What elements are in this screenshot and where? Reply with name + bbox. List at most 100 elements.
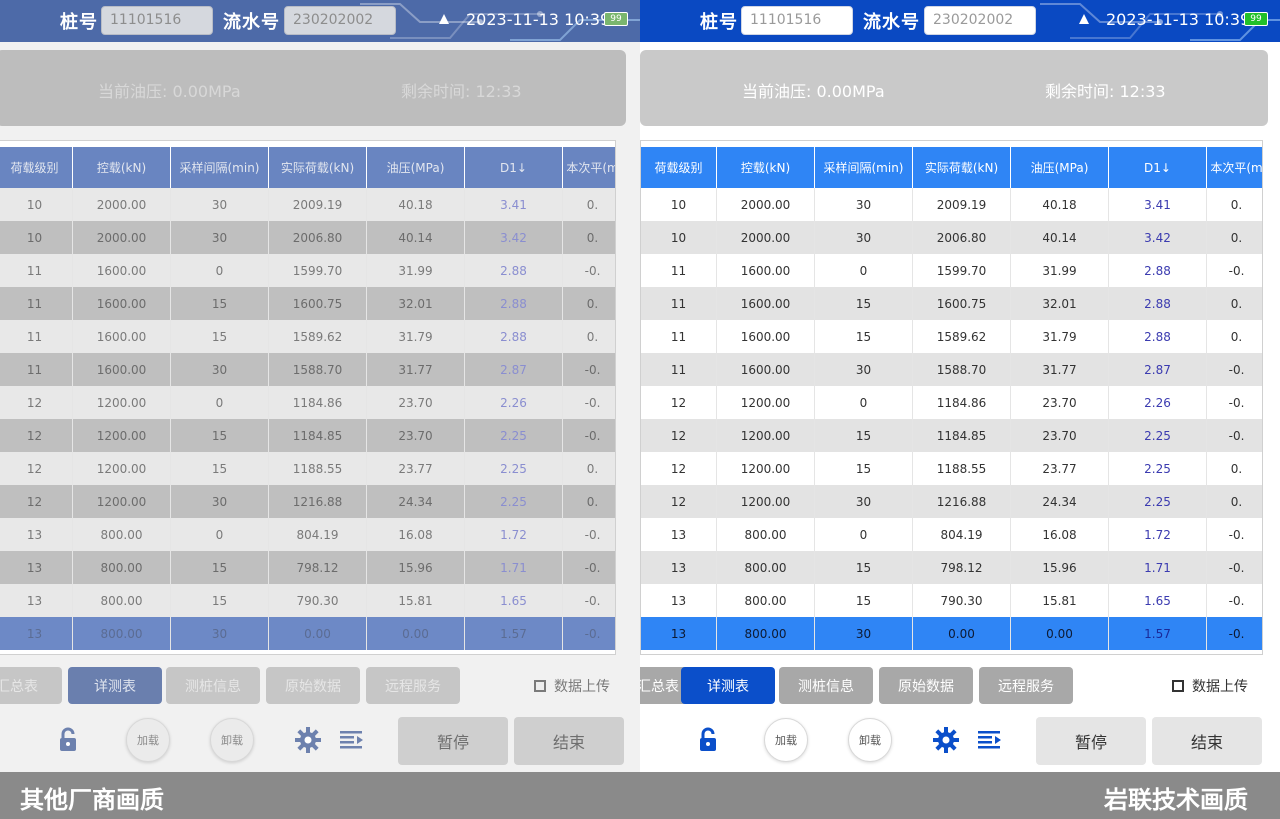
table-cell: 2.25 (1109, 452, 1207, 485)
unload-button[interactable]: 卸载 (210, 718, 254, 762)
end-button[interactable]: 结束 (514, 717, 624, 765)
table-row[interactable]: 13 800.00 30 0.00 0.00 1.57 -0. (641, 617, 1262, 650)
serial-number-field[interactable]: 230202002 (924, 6, 1036, 35)
table-cell: 1600.00 (717, 353, 815, 386)
gear-icon[interactable] (294, 726, 322, 754)
table-row[interactable]: 13 800.00 30 0.00 0.00 1.57 -0. (0, 617, 615, 650)
tab-remote[interactable]: 远程服务 (979, 667, 1073, 704)
signal-icon (439, 14, 449, 24)
lock-icon[interactable] (54, 726, 82, 754)
pile-number-field[interactable]: 11101516 (741, 6, 853, 35)
table-cell: 15 (815, 419, 913, 452)
table-row[interactable]: 10 2000.00 30 2006.80 40.14 3.42 0. (0, 221, 615, 254)
upload-label: 数据上传 (554, 679, 610, 695)
table-row[interactable]: 13 800.00 15 798.12 15.96 1.71 -0. (641, 551, 1262, 584)
table-cell: 800.00 (717, 551, 815, 584)
table-cell: 2.25 (465, 419, 563, 452)
table-cell: 40.14 (367, 221, 465, 254)
end-button[interactable]: 结束 (1152, 717, 1262, 765)
tab-pile-info[interactable]: 测桩信息 (779, 667, 873, 704)
tab-detail[interactable]: 详测表 (681, 667, 775, 704)
column-header: 本次平(m (1207, 147, 1262, 188)
upload-checkbox[interactable] (1172, 680, 1184, 692)
menu-list-icon[interactable] (338, 726, 366, 754)
gear-icon[interactable] (932, 726, 960, 754)
column-header[interactable]: D1↓ (1109, 147, 1207, 188)
table-row[interactable]: 10 2000.00 30 2009.19 40.18 3.41 0. (641, 188, 1262, 221)
tab-remote[interactable]: 远程服务 (366, 667, 460, 704)
load-button[interactable]: 加载 (764, 718, 808, 762)
tab-raw-data[interactable]: 原始数据 (266, 667, 360, 704)
column-header[interactable]: D1↓ (465, 147, 563, 188)
table-row[interactable]: 12 1200.00 0 1184.86 23.70 2.26 -0. (0, 386, 615, 419)
table-row[interactable]: 12 1200.00 30 1216.88 24.34 2.25 0. (641, 485, 1262, 518)
table-cell: 1200.00 (717, 452, 815, 485)
table-cell: 1600.00 (73, 320, 171, 353)
table-cell: 11 (641, 320, 717, 353)
serial-number-field[interactable]: 230202002 (284, 6, 396, 35)
table-cell: 2.88 (1109, 287, 1207, 320)
table-row[interactable]: 12 1200.00 0 1184.86 23.70 2.26 -0. (641, 386, 1262, 419)
tab-summary[interactable]: 汇总表 (0, 667, 62, 704)
menu-list-icon[interactable] (976, 726, 1004, 754)
table-row[interactable]: 11 1600.00 30 1588.70 31.77 2.87 -0. (0, 353, 615, 386)
table-cell: 2.25 (465, 485, 563, 518)
table-cell: 1216.88 (269, 485, 367, 518)
table-cell: 2000.00 (717, 221, 815, 254)
table-cell: 13 (0, 584, 73, 617)
table-cell: 13 (641, 617, 717, 650)
table-cell: 0. (1207, 485, 1262, 518)
table-row[interactable]: 12 1200.00 15 1184.85 23.70 2.25 -0. (641, 419, 1262, 452)
table-cell: 10 (641, 221, 717, 254)
pile-number-field[interactable]: 11101516 (101, 6, 213, 35)
table-row[interactable]: 11 1600.00 15 1589.62 31.79 2.88 0. (641, 320, 1262, 353)
detail-table: 荷载级别 控载(kN) 采样间隔(min) 实际荷载(kN) 油压(MPa) D1↓ 本次平… (640, 140, 1263, 655)
table-cell: 0.00 (1011, 617, 1109, 650)
table-row[interactable]: 11 1600.00 30 1588.70 31.77 2.87 -0. (641, 353, 1262, 386)
table-row[interactable]: 12 1200.00 30 1216.88 24.34 2.25 0. (0, 485, 615, 518)
table-cell: 0. (563, 287, 615, 320)
pause-button[interactable]: 暂停 (398, 717, 508, 765)
table-row[interactable]: 13 800.00 15 790.30 15.81 1.65 -0. (0, 584, 615, 617)
table-row[interactable]: 10 2000.00 30 2006.80 40.14 3.42 0. (641, 221, 1262, 254)
tab-pile-info[interactable]: 测桩信息 (166, 667, 260, 704)
table-cell: 13 (641, 518, 717, 551)
table-row[interactable]: 12 1200.00 15 1188.55 23.77 2.25 0. (641, 452, 1262, 485)
load-button[interactable]: 加载 (126, 718, 170, 762)
table-body: 10 2000.00 30 2009.19 40.18 3.41 0. 10 2000.00 30… (641, 188, 1262, 650)
caption-left: 其他厂商画质 (20, 786, 164, 814)
data-upload-toggle[interactable]: 数据上传 (1172, 676, 1248, 696)
pause-button[interactable]: 暂停 (1036, 717, 1146, 765)
table-row[interactable]: 11 1600.00 0 1599.70 31.99 2.88 -0. (641, 254, 1262, 287)
table-cell: 0. (563, 221, 615, 254)
table-cell: 40.18 (1011, 188, 1109, 221)
table-row[interactable]: 11 1600.00 0 1599.70 31.99 2.88 -0. (0, 254, 615, 287)
table-cell: -0. (563, 518, 615, 551)
table-row[interactable]: 11 1600.00 15 1589.62 31.79 2.88 0. (0, 320, 615, 353)
data-upload-toggle[interactable]: 数据上传 (534, 676, 610, 696)
lock-icon[interactable] (694, 726, 722, 754)
table-cell: 40.18 (367, 188, 465, 221)
table-row[interactable]: 12 1200.00 15 1188.55 23.77 2.25 0. (0, 452, 615, 485)
table-cell: 1216.88 (913, 485, 1011, 518)
unload-button[interactable]: 卸载 (848, 718, 892, 762)
table-row[interactable]: 10 2000.00 30 2009.19 40.18 3.41 0. (0, 188, 615, 221)
table-row[interactable]: 13 800.00 15 790.30 15.81 1.65 -0. (641, 584, 1262, 617)
tab-detail[interactable]: 详测表 (68, 667, 162, 704)
table-row[interactable]: 13 800.00 15 798.12 15.96 1.71 -0. (0, 551, 615, 584)
table-cell: 2.87 (465, 353, 563, 386)
table-row[interactable]: 12 1200.00 15 1184.85 23.70 2.25 -0. (0, 419, 615, 452)
table-row[interactable]: 13 800.00 0 804.19 16.08 1.72 -0. (641, 518, 1262, 551)
table-row[interactable]: 11 1600.00 15 1600.75 32.01 2.88 0. (641, 287, 1262, 320)
table-header: 荷载级别 控载(kN) 采样间隔(min) 实际荷载(kN) 油压(MPa) D1↓ 本次平… (0, 147, 615, 188)
current-pressure: 当前油压: 0.00MPa (742, 82, 885, 101)
tab-raw-data[interactable]: 原始数据 (879, 667, 973, 704)
table-header: 荷载级别 控载(kN) 采样间隔(min) 实际荷载(kN) 油压(MPa) D1↓ 本次平… (641, 147, 1262, 188)
table-row[interactable]: 11 1600.00 15 1600.75 32.01 2.88 0. (0, 287, 615, 320)
table-cell: 2.88 (465, 254, 563, 287)
upload-checkbox[interactable] (534, 680, 546, 692)
table-row[interactable]: 13 800.00 0 804.19 16.08 1.72 -0. (0, 518, 615, 551)
table-cell: 0. (563, 320, 615, 353)
pile-label: 桩号 (700, 12, 738, 33)
table-cell: -0. (563, 551, 615, 584)
